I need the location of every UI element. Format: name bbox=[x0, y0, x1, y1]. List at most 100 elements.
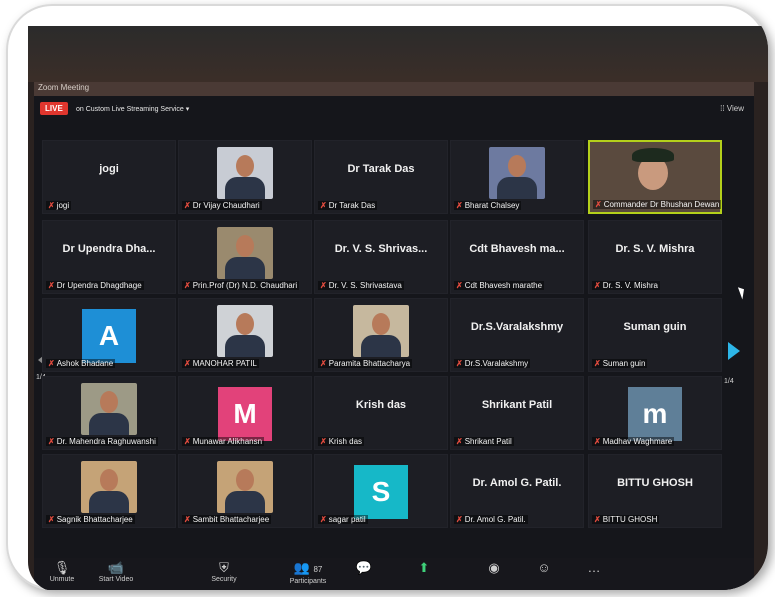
person-body-shape bbox=[361, 335, 401, 357]
participant-name-label: ✗ MANOHAR PATIL bbox=[182, 359, 259, 368]
view-button[interactable]: ⁞⁞ View bbox=[720, 104, 744, 113]
participant-tile[interactable]: jogi ✗ jogi bbox=[42, 140, 176, 214]
share-screen-button[interactable]: ⬆ bbox=[412, 560, 436, 576]
participant-display-name: Dr Tarak Das bbox=[347, 163, 415, 175]
participant-name-label: ✗ Suman guin bbox=[592, 359, 648, 368]
video-grid: jogi ✗ jogi ✗ Dr Vijay Chaudhari Dr Tarak Das… bbox=[36, 140, 736, 540]
participant-tile[interactable]: S ✗ sagar patil bbox=[314, 454, 448, 528]
participant-name-label: ✗ BITTU GHOSH bbox=[592, 515, 660, 524]
mic-muted-icon: ✗ bbox=[48, 515, 55, 524]
profile-photo bbox=[217, 147, 273, 199]
participants-count: 87 bbox=[313, 565, 323, 574]
participant-display-name: Dr. S. V. Mishra bbox=[615, 243, 695, 255]
participant-name-label: ✗ Paramita Bhattacharya bbox=[318, 359, 413, 368]
video-off-icon: 📹 bbox=[107, 560, 125, 575]
participants-icon: 👥 87 bbox=[293, 560, 323, 575]
participant-tile[interactable]: Dr. V. S. Shrivas... ✗ Dr. V. S. Shrivasta… bbox=[314, 220, 448, 294]
profile-photo bbox=[353, 305, 409, 357]
mic-muted-icon: ✗ bbox=[184, 281, 191, 290]
participant-tile[interactable]: Krish das ✗ Krish das bbox=[314, 376, 448, 450]
stream-dropdown[interactable]: on Custom Live Streaming Service ▾ bbox=[76, 105, 189, 113]
participant-tile[interactable]: ✗ Bharat Chalsey bbox=[450, 140, 584, 214]
participant-display-name: Shrikant Patil bbox=[481, 399, 553, 411]
participant-name: Dr Tarak Das bbox=[328, 201, 376, 210]
participant-name-label: ✗ Dr. Amol G. Patil. bbox=[454, 515, 528, 524]
person-body-shape bbox=[225, 177, 265, 199]
participant-name: Ashok Bhadane bbox=[56, 359, 114, 368]
room-background bbox=[28, 26, 768, 82]
participant-name-label: ✗ Cdt Bhavesh marathe bbox=[454, 281, 545, 290]
person-shape bbox=[508, 155, 526, 177]
mic-muted-icon: ✗ bbox=[456, 437, 463, 446]
participant-tile[interactable]: Dr Tarak Das ✗ Dr Tarak Das bbox=[314, 140, 448, 214]
participant-name-label: ✗ Dr. Mahendra Raghuwanshi bbox=[46, 437, 158, 446]
initial-avatar: A bbox=[82, 309, 136, 363]
participant-tile[interactable]: Dr Upendra Dha... ✗ Dr Upendra Dhagdhage bbox=[42, 220, 176, 294]
meeting-toolbar: 🎙 Unmute 📹 Start Video ⛨ Security 👥 87 Parti… bbox=[34, 558, 754, 590]
participant-tile[interactable]: ✗ Commander Dr Bhushan Dewan bbox=[588, 140, 722, 214]
participant-name: Bharat Chalsey bbox=[464, 201, 520, 210]
window-titlebar: Zoom Meeting bbox=[34, 82, 754, 96]
participant-tile[interactable]: ✗ Sambit Bhattacharjee bbox=[178, 454, 312, 528]
participant-tile[interactable]: A ✗ Ashok Bhadane bbox=[42, 298, 176, 372]
participant-tile[interactable]: Shrikant Patil ✗ Shrikant Patil bbox=[450, 376, 584, 450]
participant-tile[interactable]: Dr. S. V. Mishra ✗ Dr. S. V. Mishra bbox=[588, 220, 722, 294]
mic-muted-icon: ✗ bbox=[48, 437, 55, 446]
start-video-label: Start Video bbox=[98, 576, 134, 583]
participant-name-label: ✗ Bharat Chalsey bbox=[454, 201, 522, 210]
initial-avatar: M bbox=[218, 387, 272, 441]
participant-name: Dr. Mahendra Raghuwanshi bbox=[56, 437, 156, 446]
participant-tile[interactable]: ✗ Dr. Mahendra Raghuwanshi bbox=[42, 376, 176, 450]
record-button[interactable]: ◉ bbox=[482, 560, 506, 576]
participant-tile[interactable]: ✗ Paramita Bhattacharya bbox=[314, 298, 448, 372]
unmute-label: Unmute bbox=[49, 576, 75, 583]
participant-tile[interactable]: BITTU GHOSH ✗ BITTU GHOSH bbox=[588, 454, 722, 528]
participant-display-name: Dr.S.Varalakshmy bbox=[470, 321, 564, 333]
reactions-button[interactable]: ☺ bbox=[532, 560, 556, 576]
more-icon: … bbox=[587, 560, 601, 575]
shield-icon: ⛨ bbox=[219, 560, 229, 575]
participant-tile[interactable]: ✗ Sagnik Bhattacharjee bbox=[42, 454, 176, 528]
participant-tile[interactable]: ✗ Prin.Prof (Dr) N.D. Chaudhari bbox=[178, 220, 312, 294]
more-button[interactable]: … bbox=[582, 560, 606, 576]
profile-photo bbox=[217, 227, 273, 279]
start-video-button[interactable]: 📹 Start Video bbox=[90, 560, 142, 583]
participant-name: jogi bbox=[56, 201, 70, 210]
participant-name: Paramita Bhattacharya bbox=[328, 359, 411, 368]
participant-tile[interactable]: Dr.S.Varalakshmy ✗ Dr.S.Varalakshmy bbox=[450, 298, 584, 372]
person-shape bbox=[372, 313, 390, 335]
participant-tile[interactable]: ✗ Dr Vijay Chaudhari bbox=[178, 140, 312, 214]
participant-name: Cdt Bhavesh marathe bbox=[464, 281, 543, 290]
participant-name: Krish das bbox=[328, 437, 363, 446]
participant-tile[interactable]: Suman guin ✗ Suman guin bbox=[588, 298, 722, 372]
participant-tile[interactable]: M ✗ Munawar Alikhansn bbox=[178, 376, 312, 450]
person-shape bbox=[236, 313, 254, 335]
person-body-shape bbox=[225, 335, 265, 357]
participant-tile[interactable]: Cdt Bhavesh ma... ✗ Cdt Bhavesh marathe bbox=[450, 220, 584, 294]
chat-button[interactable]: 💬 bbox=[352, 560, 376, 576]
record-icon: ◉ bbox=[488, 560, 500, 575]
participant-name: Shrikant Patil bbox=[464, 437, 512, 446]
participant-display-name: jogi bbox=[99, 163, 119, 175]
participant-name: Dr. V. S. Shrivastava bbox=[328, 281, 402, 290]
participant-display-name: Krish das bbox=[355, 399, 407, 411]
security-button[interactable]: ⛨ Security bbox=[202, 560, 246, 583]
participant-name-label: ✗ Dr. S. V. Mishra bbox=[592, 281, 660, 290]
participants-button[interactable]: 👥 87 Participants bbox=[280, 560, 336, 585]
mic-muted-icon: ✗ bbox=[594, 359, 601, 368]
profile-photo bbox=[81, 383, 137, 435]
participant-tile[interactable]: ✗ MANOHAR PATIL bbox=[178, 298, 312, 372]
unmute-button[interactable]: 🎙 Unmute bbox=[42, 560, 82, 583]
live-badge[interactable]: LIVE bbox=[40, 102, 68, 115]
participant-tile[interactable]: m ✗ Madhav Waghmare bbox=[588, 376, 722, 450]
participant-name-label: ✗ Krish das bbox=[318, 437, 365, 446]
participant-tile[interactable]: Dr. Amol G. Patil. ✗ Dr. Amol G. Patil. bbox=[450, 454, 584, 528]
beret-shape bbox=[632, 148, 674, 162]
reactions-icon: ☺ bbox=[537, 560, 551, 575]
person-shape bbox=[100, 469, 118, 491]
participant-name: Madhav Waghmare bbox=[602, 437, 673, 446]
share-screen-icon: ⬆ bbox=[418, 560, 430, 575]
view-label: View bbox=[726, 104, 744, 113]
participant-name: Dr. S. V. Mishra bbox=[602, 281, 658, 290]
initial-avatar: S bbox=[354, 465, 408, 519]
